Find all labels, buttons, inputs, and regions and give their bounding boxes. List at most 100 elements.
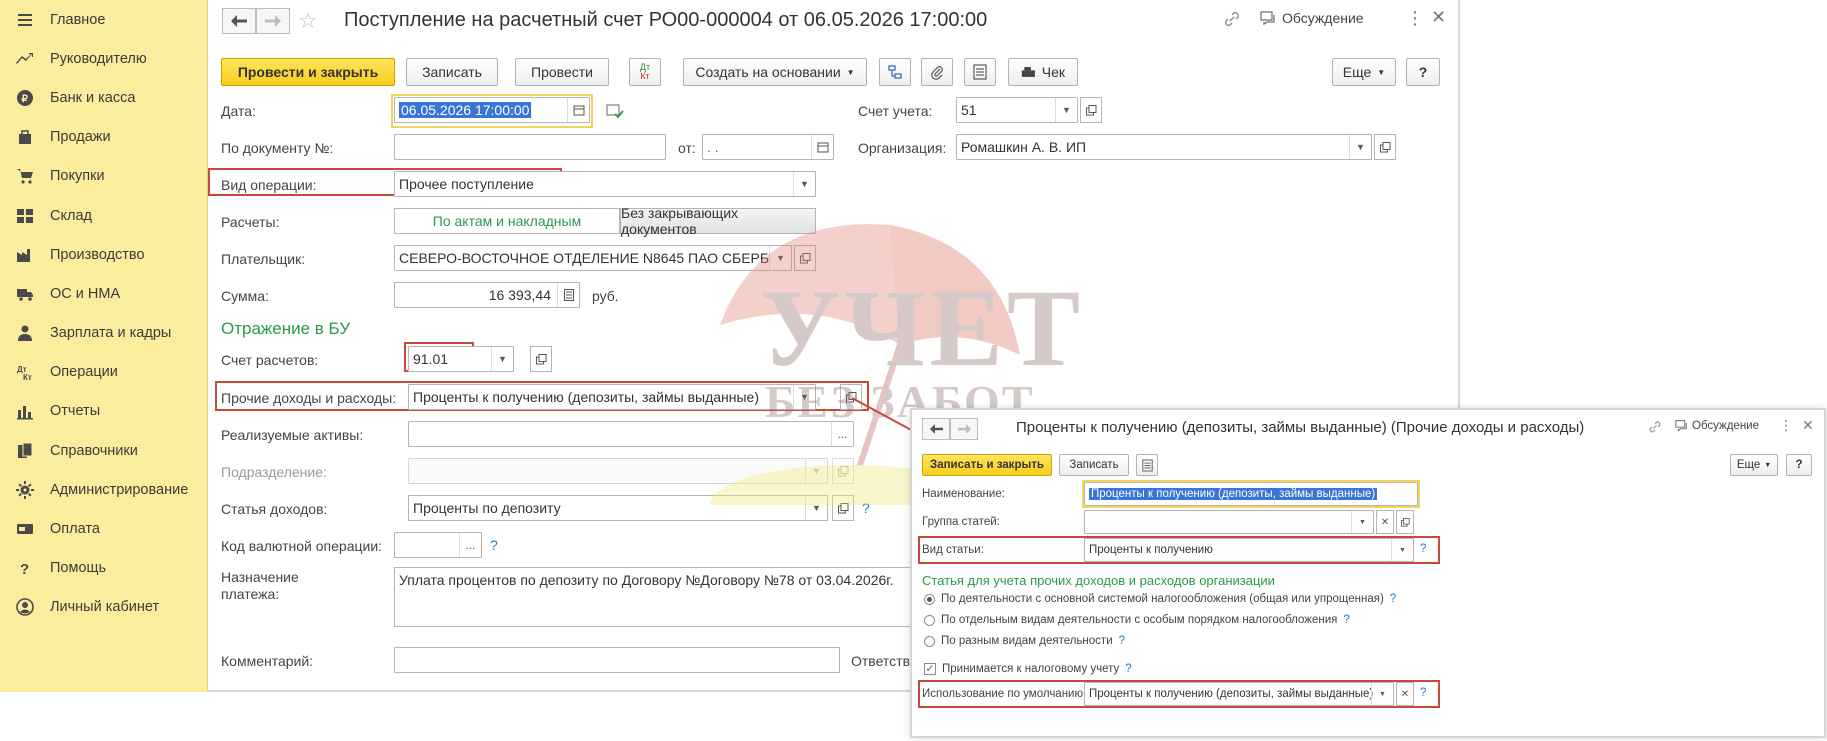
- popup-name-input[interactable]: Проценты к получению (депозиты, займы вы…: [1084, 482, 1418, 506]
- tax-help-icon[interactable]: ?: [1125, 663, 1131, 675]
- caret-down-icon[interactable]: ▼: [793, 172, 815, 196]
- assets-input[interactable]: ...: [408, 421, 854, 447]
- sidebar-item-6[interactable]: Производство: [0, 235, 207, 274]
- settlements-option-no-docs[interactable]: Без закрывающих документов: [620, 205, 816, 237]
- print-button[interactable]: [964, 58, 996, 86]
- income-item-select[interactable]: Проценты по депозиту ▼: [408, 495, 828, 521]
- popup-radio-special-tax[interactable]: По отдельным видам деятельности с особым…: [924, 614, 1350, 626]
- popup-radio-various[interactable]: По разным видам деятельности ?: [924, 635, 1125, 647]
- caret-down-icon[interactable]: ▼: [1349, 135, 1371, 159]
- post-and-close-button[interactable]: Провести и закрыть: [221, 58, 395, 86]
- date-input[interactable]: 06.05.2026 17:00:00: [394, 97, 590, 123]
- operation-type-select[interactable]: Прочее поступление ▼: [394, 171, 816, 197]
- income-item-help-icon[interactable]: ?: [862, 500, 870, 516]
- popup-kind-help-icon[interactable]: ?: [1420, 543, 1426, 555]
- sidebar-item-12[interactable]: Администрирование: [0, 470, 207, 509]
- forward-button[interactable]: [256, 8, 290, 34]
- radio1-help-icon[interactable]: ?: [1390, 593, 1396, 605]
- popup-default-use-select[interactable]: Проценты к получению (депозиты, займы вы…: [1084, 682, 1394, 706]
- division-input[interactable]: ▼: [408, 458, 828, 484]
- sidebar-item-7[interactable]: ОС и НМА: [0, 274, 207, 313]
- popup-save-button[interactable]: Записать: [1059, 454, 1129, 476]
- radio3-help-icon[interactable]: ?: [1119, 635, 1125, 647]
- currency-op-help-icon[interactable]: ?: [490, 537, 498, 553]
- help-button[interactable]: ?: [1406, 58, 1440, 86]
- popup-close-icon[interactable]: ✕: [1802, 417, 1814, 434]
- sidebar-item-8[interactable]: Зарплата и кадры: [0, 314, 207, 353]
- caret-down-icon[interactable]: ▼: [793, 385, 815, 409]
- popup-save-close-button[interactable]: Записать и закрыть: [922, 454, 1052, 476]
- popup-radio-main-tax[interactable]: По деятельности с основной системой нало…: [924, 593, 1396, 605]
- account-input[interactable]: 51 ▼: [956, 97, 1078, 123]
- doc-number-input[interactable]: [394, 134, 666, 160]
- purpose-textarea[interactable]: Уплата процентов по депозиту по Договору…: [394, 567, 914, 627]
- sidebar-item-0[interactable]: Главное: [0, 0, 207, 39]
- sidebar-item-13[interactable]: Оплата: [0, 509, 207, 548]
- open-settlement-account-button[interactable]: [530, 346, 552, 372]
- caret-down-icon[interactable]: ▼: [769, 246, 791, 270]
- open-organization-button[interactable]: [1374, 134, 1396, 160]
- popup-print-button[interactable]: [1136, 454, 1158, 476]
- open-payer-button[interactable]: [794, 245, 816, 271]
- discussion-button[interactable]: Обсуждение: [1260, 10, 1364, 26]
- popup-group-clear-button[interactable]: ✕: [1376, 510, 1394, 534]
- popup-more-button[interactable]: Еще ▼: [1730, 454, 1778, 476]
- sidebar-item-3[interactable]: Продажи: [0, 118, 207, 157]
- receipt-button[interactable]: Чек: [1008, 58, 1078, 86]
- popup-group-input[interactable]: ▼: [1084, 510, 1374, 534]
- ellipsis-icon[interactable]: ...: [459, 533, 481, 557]
- caret-down-icon[interactable]: ▼: [1351, 511, 1373, 533]
- currency-op-input[interactable]: ...: [394, 532, 482, 558]
- back-button[interactable]: [222, 8, 256, 34]
- popup-default-use-help-icon[interactable]: ?: [1420, 687, 1426, 699]
- popup-link-icon[interactable]: [1648, 420, 1662, 437]
- structure-button[interactable]: [879, 58, 911, 86]
- settlements-option-acts[interactable]: По актам и накладным: [394, 208, 620, 234]
- caret-down-icon[interactable]: ▼: [1371, 683, 1393, 705]
- sidebar-item-14[interactable]: ? Помощь: [0, 549, 207, 588]
- sidebar-item-2[interactable]: ₽ Банк и касса: [0, 78, 207, 117]
- popup-more-vertical-icon[interactable]: ⋮: [1779, 417, 1793, 434]
- settlement-account-input[interactable]: 91.01 ▼: [408, 346, 514, 372]
- sidebar-item-10[interactable]: Отчеты: [0, 392, 207, 431]
- open-account-button[interactable]: [1080, 97, 1102, 123]
- from-date-input[interactable]: . .: [702, 134, 834, 160]
- post-button[interactable]: Провести: [515, 58, 609, 86]
- calendar-check-icon[interactable]: [606, 103, 624, 122]
- other-income-select[interactable]: Проценты к получению (депозиты, займы вы…: [408, 384, 816, 410]
- sidebar-item-9[interactable]: Дт Кт Операции: [0, 353, 207, 392]
- sidebar-item-4[interactable]: Покупки: [0, 157, 207, 196]
- caret-down-icon[interactable]: ▼: [1391, 539, 1413, 561]
- calendar-icon[interactable]: [811, 135, 833, 159]
- comment-input[interactable]: [394, 647, 840, 673]
- popup-kind-select[interactable]: Проценты к получению ▼: [1084, 538, 1414, 562]
- open-income-item-button[interactable]: [832, 495, 854, 521]
- attach-button[interactable]: [921, 58, 953, 86]
- popup-tax-checkbox[interactable]: ✓ Принимается к налоговому учету ?: [924, 663, 1132, 675]
- close-icon[interactable]: ✕: [1431, 7, 1446, 28]
- payer-input[interactable]: СЕВЕРО-ВОСТОЧНОЕ ОТДЕЛЕНИЕ N8645 ПАО СБЕ…: [394, 245, 792, 271]
- caret-down-icon[interactable]: ▼: [491, 347, 513, 371]
- sidebar-item-1[interactable]: Руководителю: [0, 39, 207, 78]
- more-vertical-icon[interactable]: ⋮: [1406, 8, 1424, 29]
- organization-input[interactable]: Ромашкин А. В. ИП ▼: [956, 134, 1372, 160]
- sidebar-item-5[interactable]: Склад: [0, 196, 207, 235]
- link-icon[interactable]: [1223, 10, 1241, 31]
- popup-back-button[interactable]: [922, 418, 950, 440]
- more-button[interactable]: Еще ▼: [1332, 58, 1396, 86]
- popup-group-open-button[interactable]: [1396, 510, 1414, 534]
- popup-forward-button[interactable]: [950, 418, 978, 440]
- calendar-icon[interactable]: [567, 98, 589, 122]
- star-icon[interactable]: ☆: [298, 8, 318, 34]
- save-button[interactable]: Записать: [406, 58, 498, 86]
- create-based-on-button[interactable]: Создать на основании ▼: [683, 58, 867, 86]
- caret-down-icon[interactable]: ▼: [805, 496, 827, 520]
- caret-down-icon[interactable]: ▼: [1055, 98, 1077, 122]
- sum-input[interactable]: 16 393,44: [394, 282, 580, 308]
- sidebar-item-11[interactable]: Справочники: [0, 431, 207, 470]
- calculator-icon[interactable]: [557, 283, 579, 307]
- popup-default-use-clear-button[interactable]: ✕: [1396, 682, 1414, 706]
- sidebar-item-15[interactable]: Личный кабинет: [0, 588, 207, 627]
- popup-help-button[interactable]: ?: [1786, 454, 1812, 476]
- popup-discussion-button[interactable]: Обсуждение: [1675, 419, 1759, 432]
